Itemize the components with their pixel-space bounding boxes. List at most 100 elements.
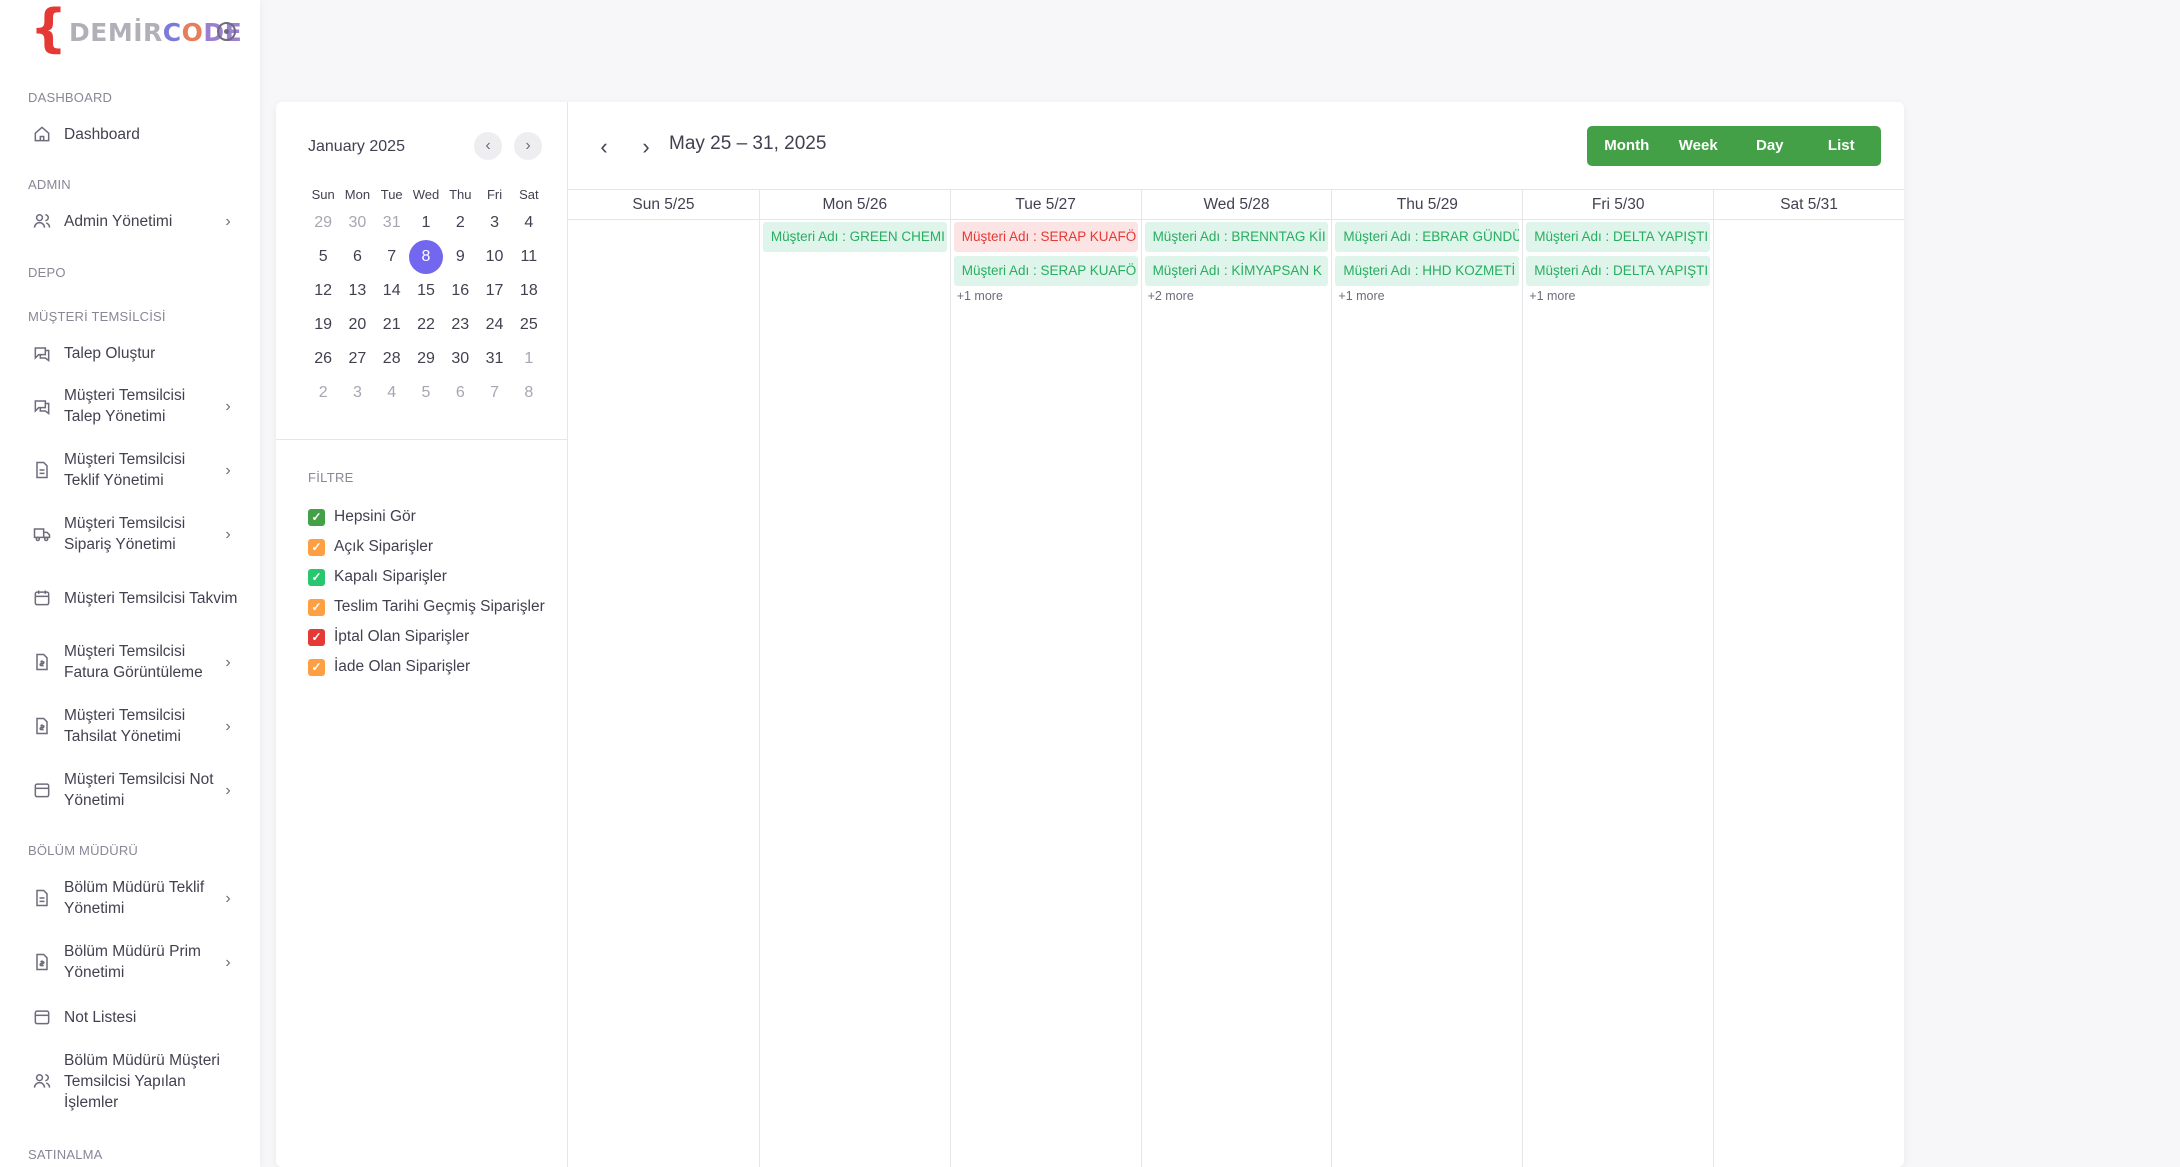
day-header[interactable]: Thu 5/29 [1332, 190, 1523, 220]
mini-prev-button[interactable]: ‹ [474, 132, 502, 160]
filter-closed[interactable]: ✓ Kapalı Siparişler [308, 562, 545, 592]
mini-day[interactable]: 31 [375, 214, 409, 232]
mini-day[interactable]: 12 [306, 282, 340, 300]
sidebar-item-dashboard[interactable]: Dashboard [16, 121, 244, 147]
filter-returned[interactable]: ✓ İade Olan Siparişler [308, 652, 545, 682]
mini-day[interactable]: 5 [306, 248, 340, 266]
more-events-link[interactable]: +1 more [957, 289, 1141, 303]
mini-day[interactable]: 7 [375, 248, 409, 266]
sidebar-item-fatura[interactable]: Müşteri Temsilcisi Fatura Görüntüleme › [16, 640, 244, 684]
view-month-button[interactable]: Month [1591, 126, 1663, 166]
day-column[interactable]: Mon 5/26 Müşteri Adı : GREEN CHEMI [758, 190, 950, 1167]
mini-day[interactable]: 10 [477, 248, 511, 266]
filter-overdue[interactable]: ✓ Teslim Tarihi Geçmiş Siparişler [308, 592, 545, 622]
calendar-event[interactable]: Müşteri Adı : GREEN CHEMI [762, 222, 947, 252]
calendar-event[interactable]: Müşteri Adı : EBRAR GÜNDÜ [1335, 222, 1520, 252]
view-list-button[interactable]: List [1806, 126, 1878, 166]
mini-day[interactable]: 23 [443, 316, 477, 334]
more-events-link[interactable]: +1 more [1338, 289, 1522, 303]
day-column[interactable]: Fri 5/30 Müşteri Adı : DELTA YAPIŞTI Müşte… [1522, 190, 1714, 1167]
mini-day[interactable]: 24 [477, 316, 511, 334]
mini-day[interactable]: 8 [512, 384, 546, 402]
view-week-button[interactable]: Week [1663, 126, 1735, 166]
filter-checkbox[interactable]: ✓ [308, 508, 325, 526]
calendar-event[interactable]: Müşteri Adı : DELTA YAPIŞTI [1526, 256, 1711, 286]
mini-day[interactable]: 17 [477, 282, 511, 300]
mini-day[interactable]: 1 [409, 214, 443, 232]
mini-day[interactable]: 16 [443, 282, 477, 300]
mini-day[interactable]: 4 [375, 384, 409, 402]
mini-day[interactable]: 11 [512, 248, 546, 266]
day-header[interactable]: Wed 5/28 [1141, 190, 1332, 220]
mini-day[interactable]: 21 [375, 316, 409, 334]
filter-checkbox[interactable]: ✓ [308, 568, 325, 586]
mini-day[interactable]: 13 [340, 282, 374, 300]
mini-day[interactable]: 30 [340, 214, 374, 232]
sidebar-item-not-yonetimi[interactable]: Müşteri Temsilcisi Not Yönetimi › [16, 768, 244, 812]
filter-checkbox[interactable]: ✓ [308, 658, 325, 676]
mini-day[interactable]: 31 [477, 350, 511, 368]
sidebar-item-tahsilat[interactable]: Müşteri Temsilcisi Tahsilat Yönetimi › [16, 704, 244, 748]
mini-day[interactable]: 7 [477, 384, 511, 402]
mini-day[interactable]: 28 [375, 350, 409, 368]
filter-open[interactable]: ✓ Açık Siparişler [308, 532, 545, 562]
mini-next-button[interactable]: › [514, 132, 542, 160]
filter-checkbox[interactable]: ✓ [308, 628, 325, 646]
prev-week-button[interactable]: ‹ [590, 132, 618, 162]
mini-day[interactable]: 25 [512, 316, 546, 334]
filter-cancelled[interactable]: ✓ İptal Olan Siparişler [308, 622, 545, 652]
calendar-event[interactable]: Müşteri Adı : DELTA YAPIŞTI [1526, 222, 1711, 252]
mini-day[interactable]: 3 [477, 214, 511, 232]
sidebar-item-bolum-prim[interactable]: Bölüm Müdürü Prim Yönetimi › [16, 940, 244, 984]
mini-day[interactable]: 29 [409, 350, 443, 368]
mini-day[interactable]: 29 [306, 214, 340, 232]
mini-day[interactable]: 14 [375, 282, 409, 300]
calendar-event[interactable]: Müşteri Adı : SERAP KUAFÖ [953, 256, 1138, 286]
mini-day[interactable]: 6 [443, 384, 477, 402]
mini-day[interactable]: 26 [306, 350, 340, 368]
day-header[interactable]: Fri 5/30 [1523, 190, 1714, 220]
sidebar-item-talep-yonetimi[interactable]: Müşteri Temsilcisi Talep Yönetimi › [16, 384, 244, 428]
mini-day[interactable]: 6 [340, 248, 374, 266]
next-week-button[interactable]: › [632, 132, 660, 162]
calendar-event[interactable]: Müşteri Adı : SERAP KUAFÖ [953, 222, 1138, 252]
day-header[interactable]: Mon 5/26 [759, 190, 950, 220]
day-column[interactable]: Thu 5/29 Müşteri Adı : EBRAR GÜNDÜ Müşteri… [1331, 190, 1523, 1167]
more-events-link[interactable]: +2 more [1148, 289, 1332, 303]
day-column[interactable]: Sun 5/25 [568, 190, 759, 1167]
mini-day[interactable]: 22 [409, 316, 443, 334]
sidebar-collapse-icon[interactable] [217, 22, 236, 41]
calendar-event[interactable]: Müşteri Adı : HHD KOZMETİ [1335, 256, 1520, 286]
sidebar-item-bolum-teklif[interactable]: Bölüm Müdürü Teklif Yönetimi › [16, 876, 244, 920]
mini-day[interactable]: 27 [340, 350, 374, 368]
mini-day[interactable]: 3 [340, 384, 374, 402]
mini-day[interactable]: 20 [340, 316, 374, 334]
filter-all[interactable]: ✓ Hepsini Gör [308, 502, 545, 532]
mini-day[interactable]: 2 [306, 384, 340, 402]
mini-day[interactable]: 18 [512, 282, 546, 300]
more-events-link[interactable]: +1 more [1529, 289, 1713, 303]
mini-day[interactable]: 19 [306, 316, 340, 334]
filter-checkbox[interactable]: ✓ [308, 598, 325, 616]
day-column[interactable]: Wed 5/28 Müşteri Adı : BRENNTAG KİI Müşter… [1140, 190, 1332, 1167]
calendar-event[interactable]: Müşteri Adı : KİMYAPSAN K [1144, 256, 1329, 286]
sidebar-item-bolum-islemler[interactable]: Bölüm Müdürü Müşteri Temsilcisi Yapılan … [16, 1048, 244, 1114]
mini-day[interactable]: 2 [443, 214, 477, 232]
sidebar-item-not-listesi[interactable]: Not Listesi [16, 1004, 244, 1030]
sidebar-item-siparis-yonetimi[interactable]: Müşteri Temsilcisi Sipariş Yönetimi › [16, 512, 244, 556]
sidebar-item-admin[interactable]: Admin Yönetimi › [16, 208, 244, 234]
mini-day[interactable]: 9 [443, 248, 477, 266]
mini-day[interactable]: 1 [512, 350, 546, 368]
sidebar-item-takvim[interactable]: Müşteri Temsilcisi Takvim [16, 576, 244, 620]
brand-logo[interactable]: { DEMİRCODE [30, 3, 242, 58]
mini-day[interactable]: 5 [409, 384, 443, 402]
day-column[interactable]: Tue 5/27 Müşteri Adı : SERAP KUAFÖ Müşteri… [949, 190, 1141, 1167]
calendar-event[interactable]: Müşteri Adı : BRENNTAG KİI [1144, 222, 1329, 252]
mini-day[interactable]: 15 [409, 282, 443, 300]
view-day-button[interactable]: Day [1734, 126, 1806, 166]
sidebar-item-teklif-yonetimi[interactable]: Müşteri Temsilcisi Teklif Yönetimi › [16, 448, 244, 492]
day-column[interactable]: Sat 5/31 [1713, 190, 1904, 1167]
mini-day[interactable]: 30 [443, 350, 477, 368]
day-header[interactable]: Sun 5/25 [568, 190, 759, 220]
day-header[interactable]: Sat 5/31 [1714, 190, 1904, 220]
